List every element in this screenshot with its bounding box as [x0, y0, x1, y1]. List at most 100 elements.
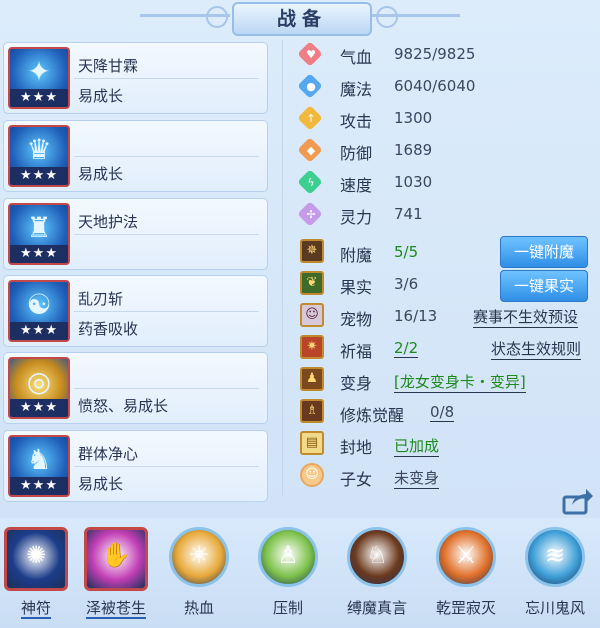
skill-slot[interactable]: ☼ 热血	[165, 527, 233, 628]
blue-boots-icon[interactable]: ♞ ★★★	[8, 435, 70, 497]
sword-icon: ↑	[297, 105, 324, 132]
stat-row: ● 魔法 6040/6040	[297, 72, 588, 100]
heart-icon-glyph: ♥	[306, 48, 316, 61]
pink-hand-icon-glyph: ✋	[101, 541, 131, 569]
star-rating: ★★★	[10, 477, 68, 495]
gold-belt-icon-glyph: ◎	[26, 365, 52, 398]
transform-icon: ♟	[300, 367, 324, 391]
equipment-slot[interactable]: ✦ ★★★ 天降甘霖 易成长	[3, 42, 268, 114]
divider	[74, 78, 259, 79]
equipment-slot[interactable]: ♛ ★★★ 易成长	[3, 120, 268, 192]
blue-necklace-icon[interactable]: ☯ ★★★	[8, 280, 70, 342]
skill-label-text: 热血	[183, 599, 214, 617]
equipment-slot[interactable]: ♞ ★★★ 群体净心 易成长	[3, 430, 268, 502]
stat-row: ◆ 防御 1689	[297, 136, 588, 164]
page-title: 战备	[232, 2, 372, 36]
child-label: 子女	[340, 470, 373, 489]
heart-icon: ♥	[297, 41, 324, 68]
skill-slot[interactable]: ♘ 缚魔真言	[343, 527, 411, 628]
blue-necklace-icon-glyph: ☯	[26, 288, 52, 321]
skill-slot[interactable]: ≋ 忘川鬼风	[521, 527, 589, 628]
orange-blade-icon-glyph: ⚔	[455, 541, 477, 569]
child-row: ☺ 子女 未变身	[298, 462, 588, 490]
skill-label: 忘川鬼风	[515, 597, 595, 618]
column-divider	[282, 40, 283, 495]
divider	[74, 234, 259, 235]
skill-label-text: 神符	[20, 599, 51, 619]
skill-slot[interactable]: ⚔ 乾罡寂灭	[432, 527, 500, 628]
sword-icon-glyph: ↑	[306, 112, 316, 125]
transform-value[interactable]: [龙女变身卡・变异]	[394, 371, 526, 393]
stat-value: 6040/6040	[394, 77, 476, 95]
beast-icon-glyph: ♘	[366, 541, 388, 569]
fief-label: 封地	[340, 438, 373, 457]
mana-icon-glyph: ●	[306, 80, 316, 93]
green-figure-icon-glyph: ♙	[277, 541, 299, 569]
stat-label: 灵力	[340, 208, 373, 227]
skill-label-text: 缚魔真言	[346, 599, 407, 617]
equipment-skill-text: 乱刃斩	[78, 290, 124, 308]
blessing-icon: ✷	[300, 335, 324, 359]
blessing-label: 祈福	[340, 342, 373, 361]
skill-label-text: 乾罡寂灭	[435, 599, 496, 617]
divider	[74, 156, 259, 157]
equipment-trait-text: 易成长	[78, 475, 124, 493]
stat-value: 9825/9825	[394, 45, 476, 63]
blue-helmet-icon[interactable]: ♛ ★★★	[8, 125, 70, 187]
stat-row: ✢ 灵力 741	[297, 200, 588, 228]
blue-spear-icon[interactable]: ✦ ★★★	[8, 47, 70, 109]
equipment-slot[interactable]: ☯ ★★★ 乱刃斩 药香吸收	[3, 275, 268, 347]
gold-belt-icon[interactable]: ◎ ★★★	[8, 357, 70, 419]
divider	[74, 311, 259, 312]
cultivation-row: ♗ 修炼觉醒 0/8	[298, 398, 588, 426]
stat-label: 速度	[340, 176, 373, 195]
shield-icon-glyph: ◆	[306, 144, 316, 157]
share-icon[interactable]	[562, 487, 594, 515]
pet-label: 宠物	[340, 310, 373, 329]
transform-row: ♟ 变身 [龙女变身卡・变异]	[298, 366, 588, 394]
skill-slot[interactable]: ♙ 压制	[254, 527, 322, 628]
status-rules-link[interactable]: 状态生效规则	[491, 338, 582, 360]
equipment-slot[interactable]: ◎ ★★★ 愤怒、易成长	[3, 352, 268, 424]
child-value[interactable]: 未变身	[394, 467, 440, 489]
stat-row: ↑ 攻击 1300	[297, 104, 588, 132]
equipment-skill-text: 天地护法	[78, 213, 139, 231]
blue-armor-icon[interactable]: ♜ ★★★	[8, 203, 70, 265]
cultivation-value[interactable]: 0/8	[430, 403, 455, 422]
blue-boots-icon-glyph: ♞	[26, 443, 52, 476]
fief-scroll-icon: ▤	[300, 431, 324, 455]
stat-label: 防御	[340, 144, 373, 163]
stat-row: ϟ 速度 1030	[297, 168, 588, 196]
transform-label: 变身	[340, 374, 373, 393]
enchant-label: 附魔	[340, 246, 373, 265]
equipment-slot[interactable]: ♜ ★★★ 天地护法	[3, 198, 268, 270]
star-rating: ★★★	[10, 167, 68, 185]
fruit-label: 果实	[340, 278, 373, 297]
one-click-fruit-button[interactable]: 一键果实	[500, 270, 588, 302]
skill-label-text: 压制	[272, 599, 303, 617]
shield-icon: ◆	[297, 137, 324, 164]
blessing-value[interactable]: 2/2	[394, 339, 419, 358]
stat-label: 魔法	[340, 80, 373, 99]
one-click-enchant-button[interactable]: 一键附魔	[500, 236, 588, 268]
star-rating: ★★★	[10, 89, 68, 107]
blue-rune-icon-glyph: ✺	[25, 541, 47, 569]
event-preset-link[interactable]: 赛事不生效预设	[473, 306, 579, 328]
skill-label: 压制	[248, 597, 328, 618]
blue-armor-icon-glyph: ♜	[26, 211, 52, 244]
equipment-trait-text: 易成长	[78, 87, 124, 105]
blue-wind-icon-glyph: ≋	[544, 541, 566, 569]
skill-label: 缚魔真言	[337, 597, 417, 618]
skill-label: 热血	[159, 597, 239, 618]
skill-slot[interactable]: ✺ 神符	[2, 527, 70, 628]
fruit-value: 3/6	[394, 275, 419, 293]
stat-value: 1300	[394, 109, 433, 127]
divider	[74, 388, 259, 389]
mana-icon: ●	[297, 73, 324, 100]
blue-helmet-icon-glyph: ♛	[26, 133, 52, 166]
cultivation-label: 修炼觉醒	[340, 406, 405, 425]
equipment-trait-text: 愤怒、易成长	[78, 397, 169, 415]
skill-slot[interactable]: ✋ 泽被苍生	[82, 527, 150, 628]
skill-label-text: 忘川鬼风	[524, 599, 585, 617]
fief-value[interactable]: 已加成	[394, 435, 440, 457]
